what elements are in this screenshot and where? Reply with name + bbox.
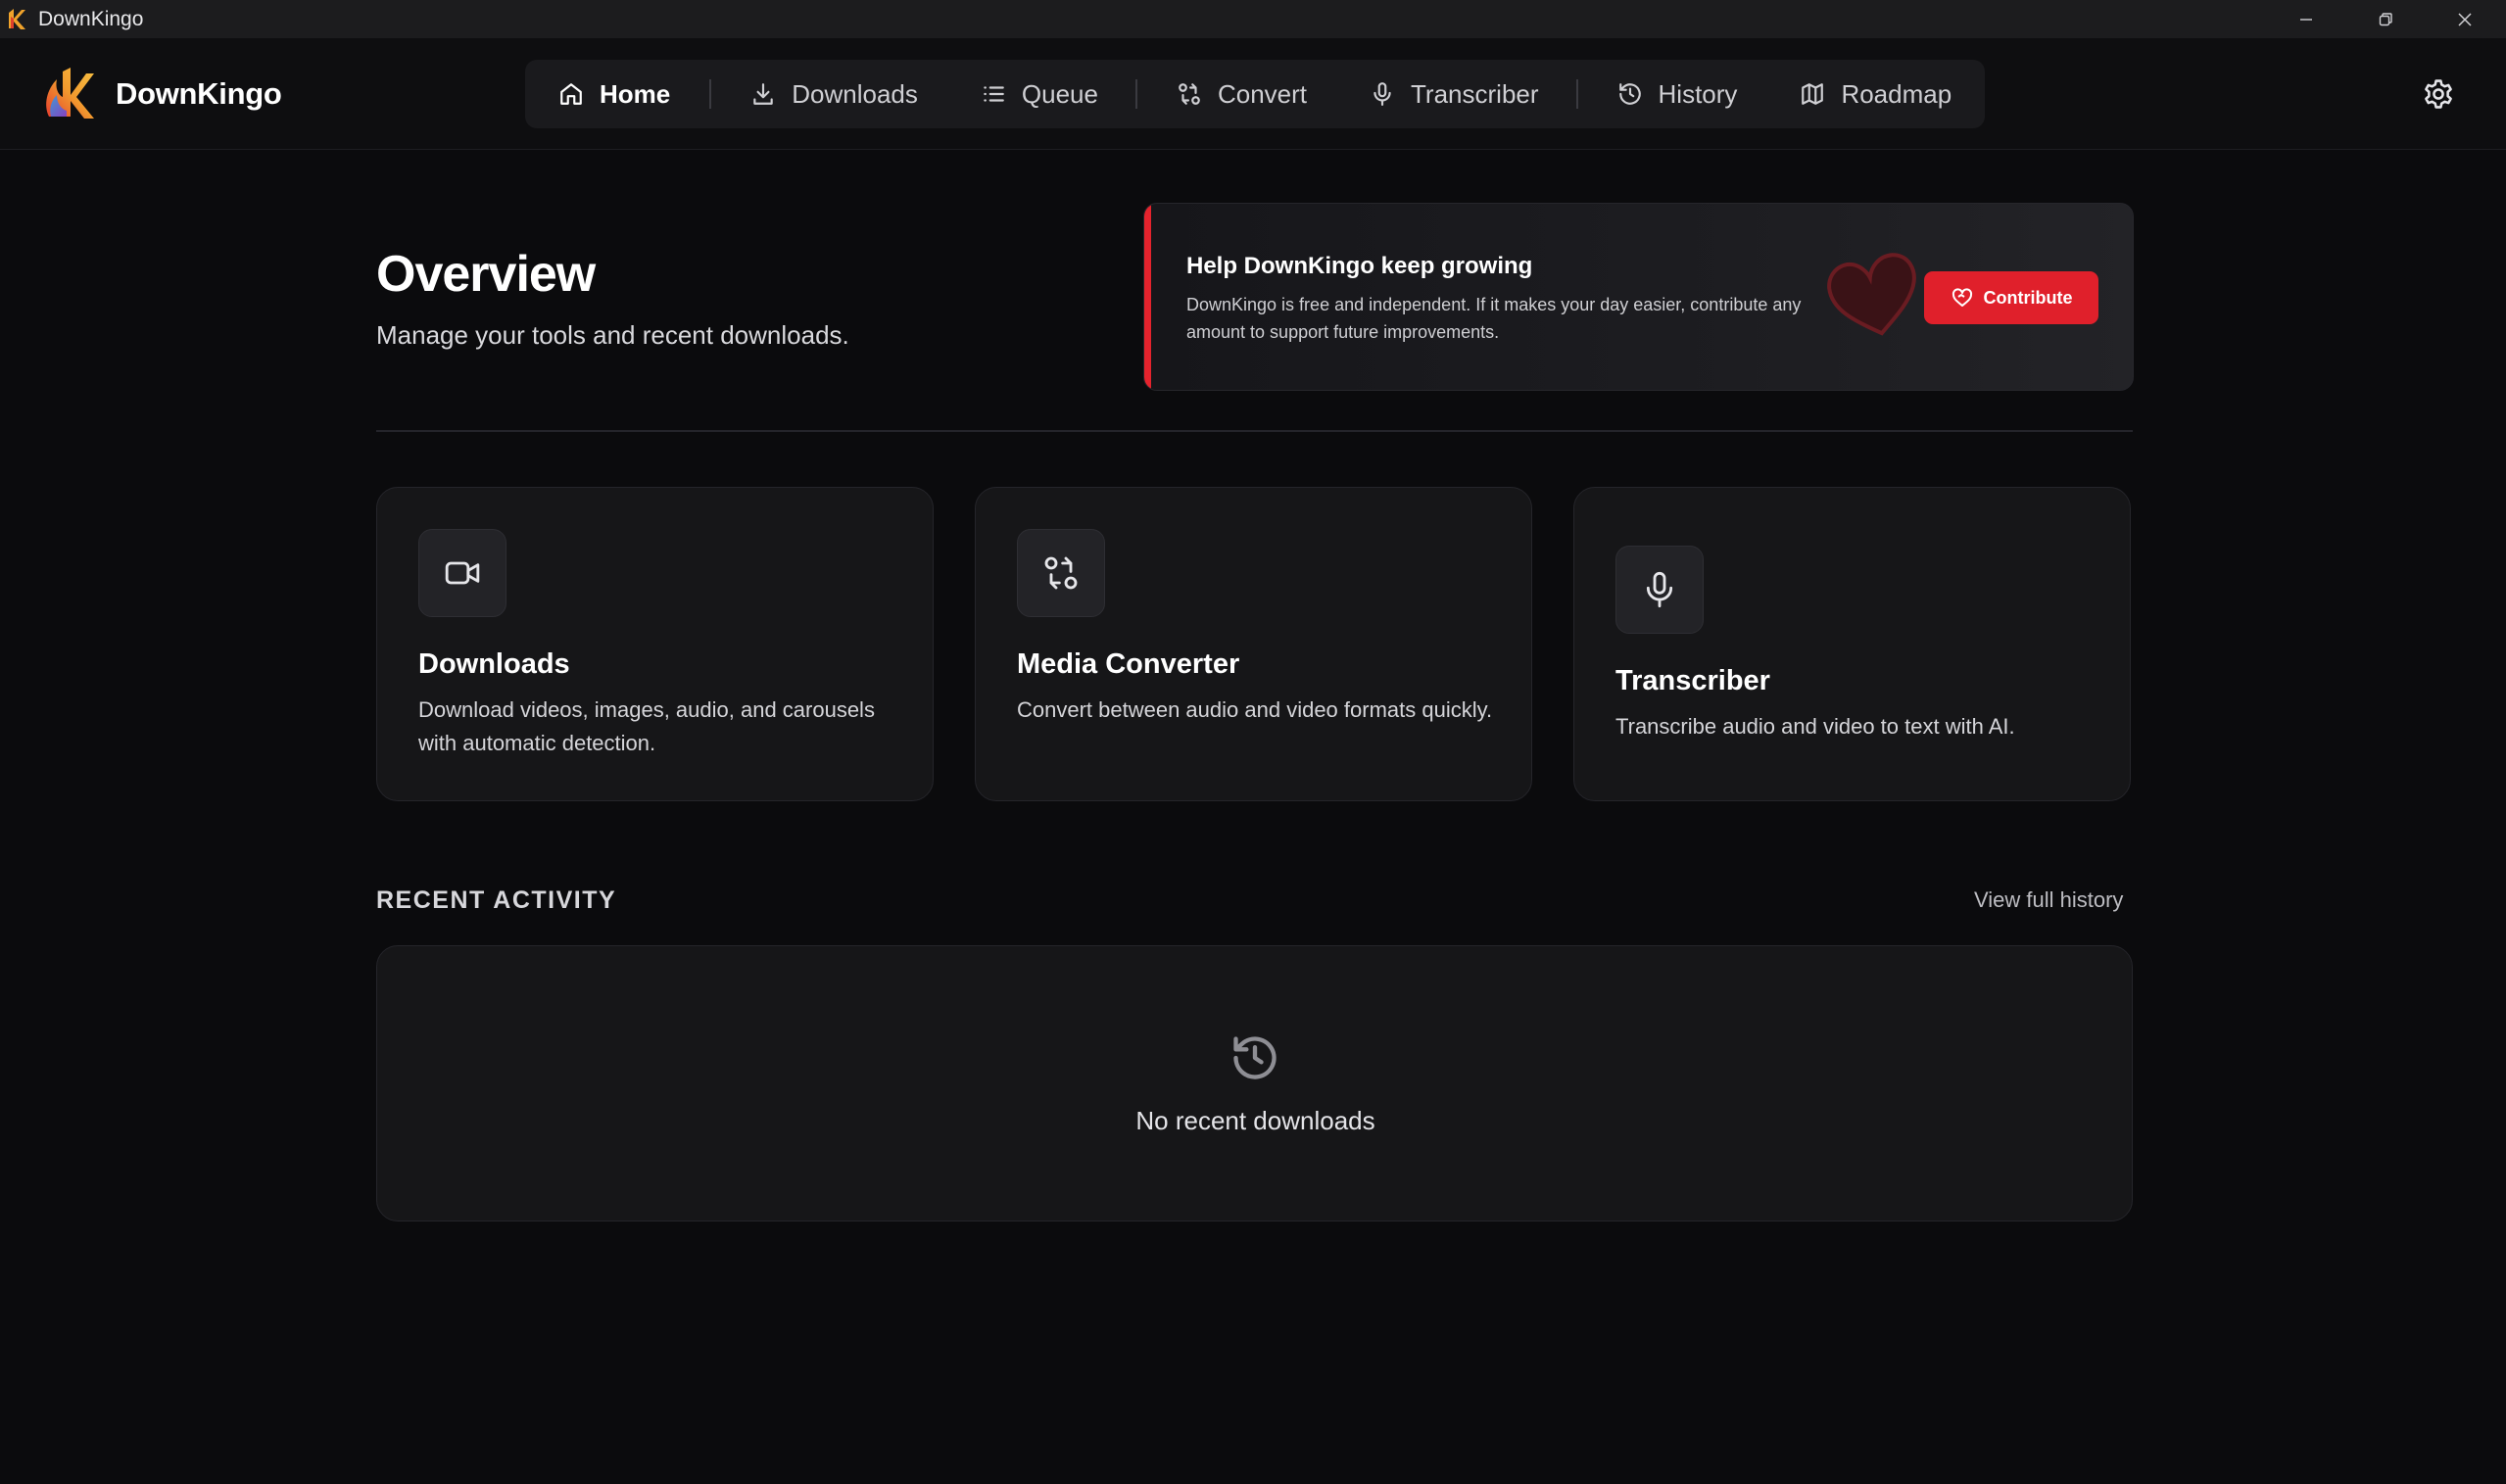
transcriber-card-title: Transcriber <box>1615 665 1770 696</box>
nav-history-label: History <box>1658 78 1738 109</box>
nav-home[interactable]: Home <box>558 60 670 128</box>
view-full-history-link[interactable]: View full history <box>1974 887 2123 913</box>
settings-gear-icon[interactable] <box>2422 77 2455 111</box>
restore-button[interactable] <box>2346 0 2425 38</box>
restore-icon <box>2379 12 2392 25</box>
heart-handshake-icon <box>1952 288 1972 307</box>
banner-title: Help DownKingo keep growing <box>1186 253 1533 279</box>
main-nav: Home Downloads Queue Convert Transcriber… <box>525 60 1985 128</box>
home-icon <box>560 83 582 105</box>
support-banner: Help DownKingo keep growing DownKingo is… <box>1143 203 2134 391</box>
downloads-card-title: Downloads <box>418 648 570 680</box>
transcriber-card-description: Transcribe audio and video to text with … <box>1615 714 2015 739</box>
banner-accent-bar <box>1144 204 1151 390</box>
history-icon <box>1618 83 1641 105</box>
minimize-button[interactable] <box>2267 0 2345 38</box>
media-converter-card[interactable]: Media Converter Convert between audio an… <box>975 487 1532 801</box>
convert-icon <box>1044 556 1078 590</box>
microphone-icon <box>1646 571 1673 608</box>
nav-queue[interactable]: Queue <box>981 60 1098 128</box>
title-bar: DownKingo <box>0 0 2506 38</box>
convert-icon <box>1179 83 1200 105</box>
transcriber-card[interactable]: Transcriber Transcribe audio and video t… <box>1573 487 2131 801</box>
download-icon <box>753 83 773 105</box>
banner-text: DownKingo is free and independent. If it… <box>1186 295 1802 342</box>
map-icon <box>1802 83 1824 105</box>
nav-downloads-label: Downloads <box>792 78 918 109</box>
nav-history[interactable]: History <box>1617 60 1738 128</box>
video-icon <box>445 561 480 585</box>
page-subtitle: Manage your tools and recent downloads. <box>376 320 849 350</box>
page-title: Overview <box>376 246 596 303</box>
nav-transcriber-label: Transcriber <box>1411 78 1539 109</box>
brand-name: DownKingo <box>116 76 282 111</box>
nav-convert-label: Convert <box>1217 78 1308 109</box>
close-button[interactable] <box>2426 0 2504 38</box>
app-header: DownKingo Home Downloads Queue Convert T… <box>0 38 2506 150</box>
nav-divider <box>1575 79 1578 109</box>
app-logo-icon <box>9 8 25 29</box>
recent-activity-panel: No recent downloads <box>376 945 2133 1221</box>
nav-convert[interactable]: Convert <box>1177 60 1307 128</box>
nav-home-label: Home <box>600 78 671 109</box>
brand[interactable]: DownKingo <box>41 66 282 122</box>
downloads-card[interactable]: Downloads Download videos, images, audio… <box>376 487 934 801</box>
section-divider <box>376 430 2133 432</box>
downloads-card-icon-box <box>418 529 506 617</box>
nav-divider <box>709 79 712 109</box>
downkingo-logo-icon <box>46 68 94 119</box>
contribute-label: Contribute <box>1983 287 2073 308</box>
list-icon <box>984 86 1004 102</box>
microphone-icon <box>1373 82 1391 106</box>
empty-state-text: No recent downloads <box>1135 1106 1375 1135</box>
contribute-button[interactable]: Contribute <box>1924 271 2098 324</box>
close-icon <box>2458 12 2472 26</box>
nav-transcriber[interactable]: Transcriber <box>1370 60 1539 128</box>
nav-roadmap[interactable]: Roadmap <box>1800 60 1952 128</box>
converter-card-title: Media Converter <box>1017 648 1240 680</box>
heart-decoration-icon <box>1827 253 1916 336</box>
nav-downloads[interactable]: Downloads <box>750 60 918 128</box>
window-title: DownKingo <box>38 7 144 30</box>
downloads-card-description: Download videos, images, audio, and caro… <box>418 697 875 755</box>
recent-activity-heading: RECENT ACTIVITY <box>376 886 617 914</box>
minimize-icon <box>2300 18 2312 21</box>
history-icon <box>1233 1036 1277 1079</box>
transcriber-card-icon-box <box>1615 546 1704 634</box>
converter-card-icon-box <box>1017 529 1105 617</box>
nav-divider <box>1134 79 1137 109</box>
nav-roadmap-label: Roadmap <box>1841 78 1952 109</box>
nav-queue-label: Queue <box>1021 78 1098 109</box>
converter-card-description: Convert between audio and video formats … <box>1017 697 1493 722</box>
